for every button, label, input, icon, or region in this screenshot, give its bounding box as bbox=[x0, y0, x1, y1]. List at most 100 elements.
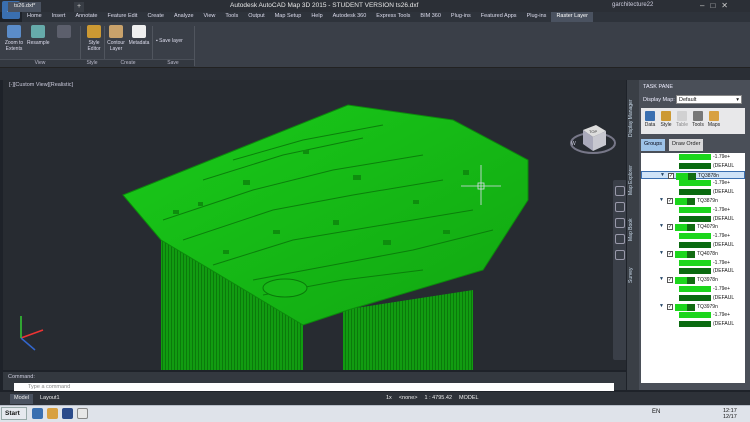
layer-style-row[interactable]: (DEFAUL bbox=[641, 241, 745, 250]
document-tab[interactable]: ts26.dxf* bbox=[8, 2, 42, 12]
contour-layer-button[interactable]: Contour Layer bbox=[106, 25, 126, 52]
explorer-icon[interactable] bbox=[32, 408, 43, 419]
tab-help[interactable]: Help bbox=[306, 12, 327, 22]
clock[interactable]: 12:17 12/17 bbox=[723, 408, 737, 420]
minimize-icon[interactable]: – bbox=[700, 1, 704, 10]
close-icon[interactable]: ✕ bbox=[721, 1, 728, 10]
tab-autodesk-360[interactable]: Autodesk 360 bbox=[328, 12, 372, 22]
layer-group-row[interactable]: ▼ ✓ TQ3979n bbox=[641, 303, 745, 312]
layer-visibility-checkbox[interactable]: ✓ bbox=[667, 224, 673, 231]
resample-button[interactable]: Resample bbox=[27, 25, 50, 46]
annotation-scale[interactable]: 1x bbox=[386, 395, 392, 401]
steering-wheel-icon[interactable] bbox=[615, 186, 625, 196]
tab-display-manager[interactable]: Display Manager bbox=[628, 88, 638, 148]
layer-style-row[interactable]: -1.79e+ bbox=[641, 153, 745, 162]
zoom-icon[interactable] bbox=[615, 218, 625, 228]
command-input[interactable]: Type a command bbox=[14, 383, 614, 391]
save-layer-label: Save layer bbox=[159, 38, 183, 44]
save-layer-button[interactable]: ▪ Save layer bbox=[156, 38, 192, 44]
layer-style-row[interactable]: -1.79e+ bbox=[641, 311, 745, 320]
tab-bim-360[interactable]: BIM 360 bbox=[415, 12, 445, 22]
tab-annotate[interactable]: Annotate bbox=[70, 12, 102, 22]
maximize-icon[interactable]: □ bbox=[710, 1, 715, 10]
expand-arrow-icon[interactable]: ▼ bbox=[659, 197, 664, 203]
drawing-viewport[interactable]: [-][Custom View][Realistic] W TOP bbox=[3, 80, 626, 370]
language-indicator[interactable]: EN bbox=[652, 409, 660, 415]
expand-arrow-icon[interactable]: ▼ bbox=[660, 172, 665, 178]
layer-style-row[interactable]: -1.79e+ bbox=[641, 206, 745, 215]
data-button[interactable]: Data bbox=[643, 110, 657, 132]
table-button[interactable]: Table bbox=[675, 110, 689, 132]
workspace-select[interactable]: <none> bbox=[399, 395, 418, 401]
metadata-button[interactable]: Metadata bbox=[128, 25, 150, 46]
model-space-toggle[interactable]: MODEL bbox=[459, 395, 479, 401]
layer-visibility-checkbox[interactable]: ✓ bbox=[667, 197, 673, 204]
tab-map-setup[interactable]: Map Setup bbox=[270, 12, 307, 22]
expand-arrow-icon[interactable]: ▼ bbox=[659, 276, 664, 282]
layer-group-row[interactable]: ▼ ✓ TQ3978n bbox=[641, 276, 745, 285]
tab-raster-layer[interactable]: Raster Layer bbox=[551, 12, 593, 22]
tab-output[interactable]: Output bbox=[243, 12, 270, 22]
display-map-select[interactable]: Default ▾ bbox=[676, 95, 742, 104]
layer-visibility-checkbox[interactable]: ✓ bbox=[667, 277, 673, 284]
model-tab[interactable]: Model bbox=[10, 394, 33, 404]
layer-visibility-checkbox[interactable]: ✓ bbox=[667, 250, 673, 257]
new-tab-button[interactable]: + bbox=[74, 2, 84, 12]
orbit-icon[interactable] bbox=[615, 234, 625, 244]
layer-visibility-checkbox[interactable]: ✓ bbox=[668, 172, 674, 179]
layer-group-row[interactable]: ▼ ✓ TQ3879n bbox=[641, 197, 745, 206]
map-scale[interactable]: 1 : 4795.42 bbox=[424, 395, 452, 401]
style-icon bbox=[661, 111, 671, 121]
tab-view[interactable]: View bbox=[199, 12, 221, 22]
layer-style-row[interactable]: (DEFAUL bbox=[641, 320, 745, 329]
window-icon[interactable] bbox=[77, 408, 88, 419]
tab-groups[interactable]: Groups bbox=[641, 139, 666, 151]
layer-style-row[interactable]: (DEFAUL bbox=[641, 215, 745, 224]
layer-group-row[interactable]: ▼ ✓ TQ3878n bbox=[641, 170, 745, 180]
tab-featured-apps[interactable]: Featured Apps bbox=[476, 12, 522, 22]
tab-feature-edit[interactable]: Feature Edit bbox=[102, 12, 142, 22]
autocad-icon[interactable] bbox=[62, 408, 73, 419]
tab-create[interactable]: Create bbox=[142, 12, 169, 22]
layer-style-row[interactable]: -1.79e+ bbox=[641, 179, 745, 188]
start-button[interactable]: Start bbox=[1, 407, 27, 420]
layer-style-row[interactable]: (DEFAUL bbox=[641, 267, 745, 276]
layout1-tab[interactable]: Layout1 bbox=[36, 394, 64, 404]
expand-arrow-icon[interactable]: ▼ bbox=[659, 223, 664, 229]
tab-tools[interactable]: Tools bbox=[220, 12, 243, 22]
ribbon-group-view: View bbox=[0, 59, 80, 67]
layer-group-row[interactable]: ▼ ✓ TQ4078n bbox=[641, 250, 745, 259]
layer-list[interactable]: -1.79e+ (DEFAUL ▼ ✓ TQ3878n -1.79e+ (DEFAUL ▼ ✓ T… bbox=[641, 153, 745, 383]
tab-express-tools[interactable]: Express Tools bbox=[371, 12, 415, 22]
tab-survey[interactable]: Survey bbox=[628, 255, 638, 295]
tab-map-explorer[interactable]: Map Explorer bbox=[628, 155, 638, 205]
viewcube[interactable]: W TOP bbox=[568, 115, 618, 165]
maps-button[interactable]: Maps bbox=[707, 110, 721, 132]
pan-icon[interactable] bbox=[615, 202, 625, 212]
layer-style-row[interactable]: -1.79e+ bbox=[641, 259, 745, 268]
layer-style-row[interactable]: (DEFAUL bbox=[641, 294, 745, 303]
signed-in-user[interactable]: garchitecture22 bbox=[612, 2, 653, 8]
layer-group-row[interactable]: ▼ ✓ TQ4079n bbox=[641, 223, 745, 232]
tab-draw-order[interactable]: Draw Order bbox=[669, 139, 704, 151]
layer-style-row[interactable]: (DEFAUL bbox=[641, 162, 745, 171]
expand-arrow-icon[interactable]: ▼ bbox=[659, 303, 664, 309]
style-editor-button[interactable]: Style Editor bbox=[84, 25, 104, 52]
tools-button[interactable]: Tools bbox=[691, 110, 705, 132]
tab-analyze[interactable]: Analyze bbox=[169, 12, 199, 22]
layer-visibility-checkbox[interactable]: ✓ bbox=[667, 303, 673, 310]
showmotion-icon[interactable] bbox=[615, 250, 625, 260]
tab-plug-ins[interactable]: Plug-ins bbox=[446, 12, 476, 22]
expand-arrow-icon[interactable]: ▼ bbox=[659, 250, 664, 256]
tab-home[interactable]: Home bbox=[22, 12, 47, 22]
tab-insert[interactable]: Insert bbox=[47, 12, 71, 22]
tab-plug-ins-2[interactable]: Plug-ins bbox=[522, 12, 552, 22]
layer-style-row[interactable]: -1.79e+ bbox=[641, 285, 745, 294]
style-button[interactable]: Style bbox=[659, 110, 673, 132]
layer-style-row[interactable]: (DEFAUL bbox=[641, 188, 745, 197]
zoom-to-extents-button[interactable]: Zoom to Extents bbox=[3, 25, 25, 52]
layer-style-row[interactable]: -1.79e+ bbox=[641, 232, 745, 241]
folder-icon[interactable] bbox=[47, 408, 58, 419]
viewport-controls-label[interactable]: [-][Custom View][Realistic] bbox=[9, 82, 73, 88]
tab-map-book[interactable]: Map Book bbox=[628, 210, 638, 250]
